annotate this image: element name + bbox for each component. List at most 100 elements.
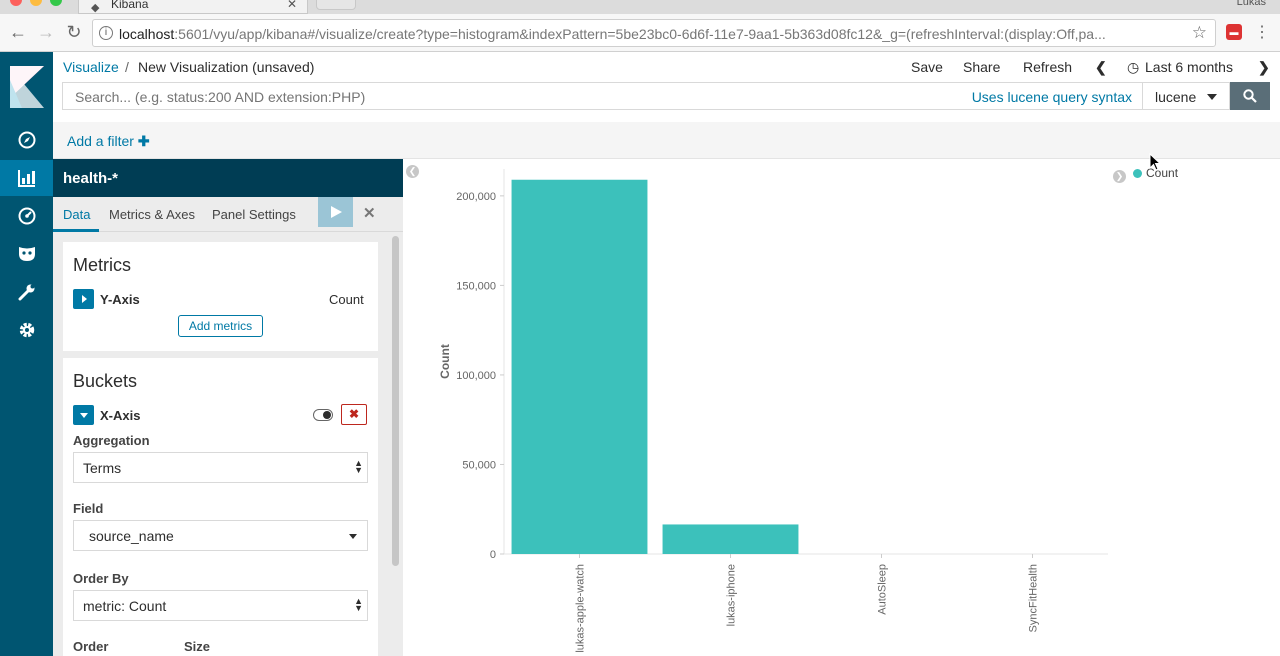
tab-metrics-axes[interactable]: Metrics & Axes [109, 207, 195, 222]
metrics-title: Metrics [73, 255, 131, 275]
maximize-window-button[interactable] [50, 0, 62, 6]
address-bar[interactable]: i localhost:5601/vyu/app/kibana#/visuali… [92, 19, 1216, 47]
bar-chart: 0 50,000 100,000 150,000 200,000 Count lukas-a… [438, 169, 1108, 653]
kibana-sidenav [0, 52, 53, 656]
search-icon [1243, 89, 1257, 103]
play-icon [330, 206, 342, 218]
search-input[interactable] [75, 89, 935, 105]
add-metrics-button[interactable]: Add metrics [178, 315, 263, 337]
field-label: Field [73, 501, 104, 516]
bar-chart-icon [17, 170, 35, 187]
updown-icon: ▲ ▼ [354, 458, 363, 475]
aggregation-value: Terms [83, 460, 122, 476]
back-arrow-icon[interactable]: ← [8, 22, 28, 42]
x-tick-label: lukas-apple-watch [575, 564, 587, 653]
gauge-icon [18, 207, 35, 225]
reload-icon[interactable]: ↻ [64, 22, 84, 42]
y-axis-description: Count [329, 292, 364, 307]
caret-down-icon [1207, 94, 1217, 100]
field-select[interactable]: source_name [73, 520, 368, 551]
caret-right-icon [81, 295, 87, 303]
caret-down-icon [79, 413, 88, 418]
buckets-panel: Buckets X-Axis ✖ Aggregation Terms ▲ ▼ Fi… [63, 358, 378, 656]
breadcrumb-visualize[interactable]: Visualize [63, 59, 119, 75]
nav-dev-tools[interactable] [0, 274, 53, 310]
kibana-logo-icon[interactable] [10, 66, 44, 108]
kibana-topbar: Visualize / New Visualization (unsaved) … [53, 52, 1280, 82]
time-previous-icon[interactable]: ❮ [1095, 59, 1107, 76]
clock-icon: ◷ [1127, 59, 1140, 75]
bookmark-star-icon[interactable]: ☆ [1192, 23, 1207, 43]
refresh-button[interactable]: Refresh [1023, 59, 1072, 75]
address-url[interactable]: localhost:5601/vyu/app/kibana#/visualize… [119, 26, 1179, 42]
x-tick-label: AutoSleep [877, 564, 889, 615]
save-button[interactable]: Save [911, 59, 943, 75]
browser-menu-icon[interactable]: ⋮ [1254, 22, 1270, 42]
x-axis-collapse-button[interactable] [73, 405, 94, 425]
remove-aggregation-icon[interactable]: ✖ [341, 404, 367, 425]
add-filter-button[interactable]: Add a filter ✚ [67, 133, 150, 150]
lucene-syntax-link[interactable]: Uses lucene query syntax [972, 89, 1132, 105]
y-axis-expand-button[interactable] [73, 289, 94, 309]
index-pattern-title: health-* [53, 159, 403, 197]
tab-panel-settings[interactable]: Panel Settings [212, 207, 296, 222]
extension-icon[interactable]: ▬ [1226, 24, 1242, 40]
search-button[interactable] [1230, 82, 1270, 110]
nav-dashboard[interactable] [0, 198, 53, 234]
x-tick-label: SyncFitHealth [1028, 564, 1040, 632]
search-box: Uses lucene query syntax [62, 82, 1143, 110]
query-language-select[interactable]: lucene [1143, 82, 1230, 110]
plus-icon: ✚ [137, 133, 150, 149]
new-tab-button[interactable] [316, 0, 356, 10]
y-axis-title: Count [438, 344, 452, 379]
query-bar: Uses lucene query syntax lucene [53, 82, 1280, 122]
breadcrumb-separator: / [125, 59, 129, 75]
apply-changes-button[interactable] [318, 197, 353, 227]
time-next-icon[interactable]: ❯ [1258, 59, 1270, 76]
nav-management[interactable] [0, 312, 53, 348]
field-value: source_name [89, 528, 174, 544]
minimize-window-button[interactable] [30, 0, 42, 6]
order-by-select[interactable]: metric: Count ▲ ▼ [73, 590, 368, 621]
y-tick-label: 100,000 [456, 370, 496, 382]
x-axis-label: X-Axis [100, 408, 141, 423]
bar[interactable] [511, 179, 648, 554]
forward-arrow-icon[interactable]: → [36, 22, 56, 42]
nav-discover[interactable] [0, 122, 53, 158]
toggle-aggregation-switch[interactable] [313, 409, 333, 421]
bar[interactable] [662, 524, 799, 554]
browser-tabstrip: ◆ Kibana ✕ Lukas [0, 0, 1280, 14]
share-button[interactable]: Share [963, 59, 1000, 75]
gear-icon [19, 322, 34, 338]
browser-toolbar: ← → ↻ i localhost:5601/vyu/app/kibana#/v… [0, 14, 1280, 52]
updown-icon: ▲ ▼ [354, 596, 363, 613]
query-language-value: lucene [1155, 89, 1197, 105]
order-label: Order [73, 639, 109, 654]
caret-down-icon [349, 534, 357, 539]
active-tab-indicator [53, 229, 99, 232]
nav-timelion[interactable] [0, 236, 53, 272]
nav-visualize[interactable] [0, 160, 53, 196]
info-icon[interactable]: i [99, 26, 113, 40]
x-tick-label: lukas-iphone [726, 564, 738, 626]
page-title: New Visualization (unsaved) [138, 59, 315, 75]
aggregation-select[interactable]: Terms ▲ ▼ [73, 452, 368, 483]
tab-data[interactable]: Data [63, 207, 90, 222]
tab-close-icon[interactable]: ✕ [287, 0, 297, 11]
visualization-area: ❮ ❯ Count 0 50,000 100,000 150,000 200,000 Co… [403, 159, 1280, 656]
tab-title: Kibana [111, 0, 149, 11]
kibana-favicon-icon: ◆ [91, 2, 100, 14]
order-by-value: metric: Count [83, 598, 167, 614]
time-range-picker[interactable]: Last 6 months [1145, 59, 1233, 75]
size-label: Size [184, 639, 211, 654]
vis-editor-sidebar: health-* Data Metrics & Axes Panel Setti… [53, 159, 403, 656]
y-tick-label: 0 [490, 549, 496, 561]
order-by-label: Order By [73, 571, 129, 586]
editor-scrollbar[interactable] [392, 236, 399, 566]
browser-user[interactable]: Lukas [1237, 0, 1266, 8]
browser-tab[interactable]: ◆ Kibana ✕ [78, 0, 308, 14]
close-window-button[interactable] [10, 0, 22, 6]
filter-bar: Add a filter ✚ [53, 122, 1280, 159]
y-axis-label: Y-Axis [100, 292, 140, 307]
discard-changes-icon[interactable]: ✕ [363, 204, 376, 222]
